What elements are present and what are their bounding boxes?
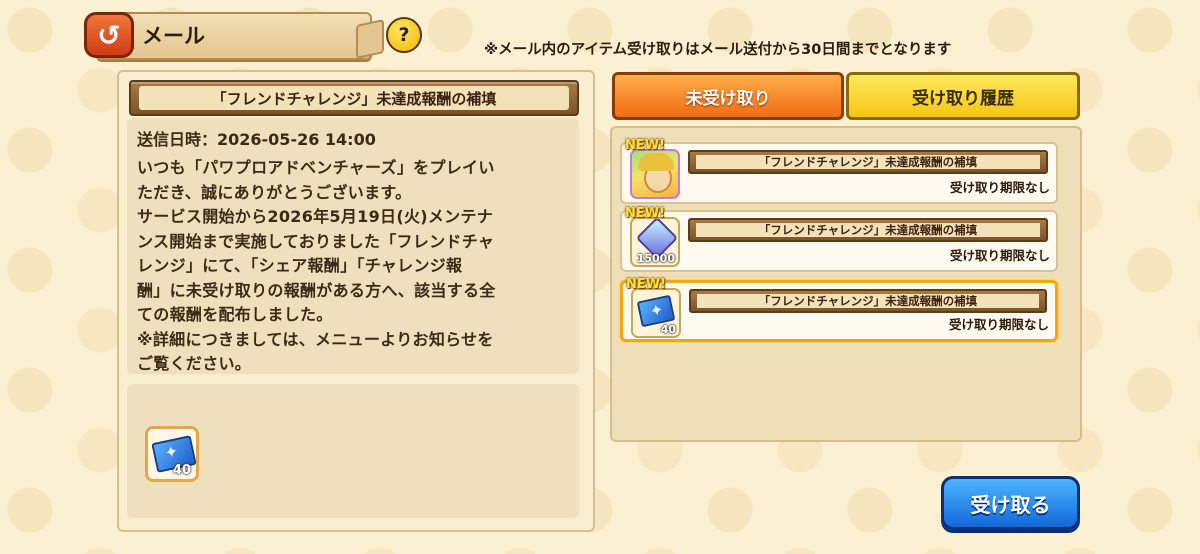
message-date: 送信日時：2026-05-26 14:00 — [137, 130, 376, 149]
item-count: 40 — [660, 323, 676, 336]
message-title-banner: 「フレンドチャレンジ」未達成報酬の補填 — [129, 80, 579, 116]
message-title: 「フレンドチャレンジ」未達成報酬の補填 — [139, 86, 569, 110]
ticket-item-icon: 40 — [631, 288, 681, 338]
mail-list-item-selected[interactable]: NEW! 40 「フレンドチャレンジ」未達成報酬の補填 受け取り期限なし — [620, 277, 1058, 342]
new-badge: NEW! — [626, 277, 667, 292]
character-portrait-icon — [630, 149, 680, 199]
mail-title-banner: 「フレンドチャレンジ」未達成報酬の補填 — [688, 150, 1048, 174]
mail-title: 「フレンドチャレンジ」未達成報酬の補填 — [697, 294, 1039, 308]
mail-title: 「フレンドチャレンジ」未達成報酬の補填 — [696, 223, 1040, 237]
message-body: いつも「パワプロアドベンチャーズ」をプレイい ただき、誠にありがとうございます。… — [137, 158, 496, 373]
new-badge: NEW! — [625, 138, 666, 153]
receive-period-notice: ※メール内のアイテム受け取りはメール送付から30日間までとなります — [484, 42, 952, 58]
mail-list-item[interactable]: NEW! 15000 「フレンドチャレンジ」未達成報酬の補填 受け取り期限なし — [620, 206, 1058, 272]
mail-title-banner: 「フレンドチャレンジ」未達成報酬の補填 — [688, 218, 1048, 242]
item-count: 15000 — [636, 252, 675, 265]
mail-title: 「フレンドチャレンジ」未達成報酬の補填 — [696, 155, 1040, 169]
mail-expire: 受け取り期限なし — [949, 180, 1050, 195]
page-title: メール — [142, 24, 205, 48]
receive-button[interactable]: 受け取る — [941, 476, 1080, 530]
message-detail-panel: 「フレンドチャレンジ」未達成報酬の補填 送信日時：2026-05-26 14:0… — [117, 70, 595, 532]
gem-item-icon: 15000 — [630, 217, 680, 267]
mail-list-item[interactable]: NEW! 「フレンドチャレンジ」未達成報酬の補填 受け取り期限なし — [620, 138, 1058, 204]
title-scroll — [96, 12, 372, 60]
mail-expire: 受け取り期限なし — [948, 317, 1049, 332]
tab-unreceived[interactable]: 未受け取り — [612, 72, 844, 120]
help-button[interactable]: ? — [386, 17, 422, 53]
back-arrow-icon: ↺ — [97, 18, 121, 52]
tab-received-history[interactable]: 受け取り履歴 — [846, 72, 1080, 120]
mail-expire: 受け取り期限なし — [949, 248, 1050, 263]
message-body-box[interactable]: 送信日時：2026-05-26 14:00 いつも「パワプロアドベンチャーズ」を… — [127, 118, 579, 374]
new-badge: NEW! — [625, 206, 666, 221]
mail-title-banner: 「フレンドチャレンジ」未達成報酬の補填 — [689, 289, 1047, 313]
attachment-item[interactable]: 40 — [145, 426, 199, 482]
attachment-count: 40 — [172, 463, 191, 478]
attachment-box: 40 — [127, 384, 579, 518]
back-button[interactable]: ↺ — [84, 12, 134, 58]
